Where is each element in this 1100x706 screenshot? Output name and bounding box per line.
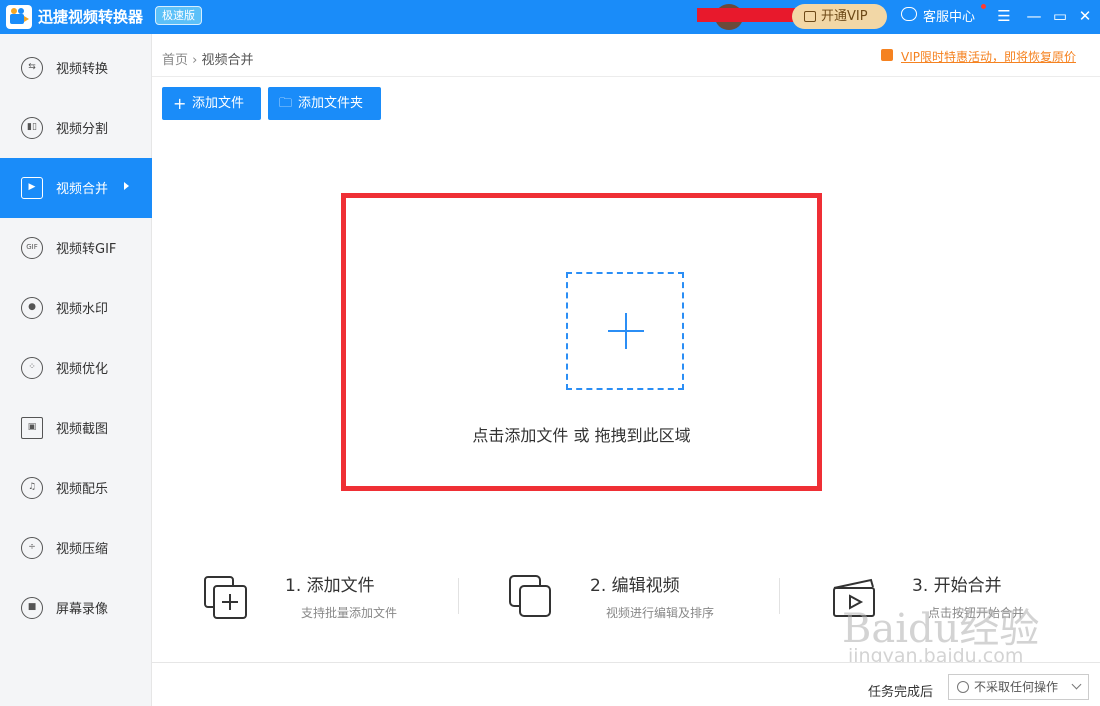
step-title: 2. 编辑视频 (590, 576, 680, 596)
chat-icon (901, 7, 917, 21)
breadcrumb: 首页 › 视频合并 (162, 49, 254, 68)
edition-badge: 极速版 (155, 6, 202, 25)
after-task-label: 任务完成后 (868, 685, 934, 700)
sidebar-item-optimize[interactable]: ⁘ 视频优化 (0, 338, 152, 398)
optimize-icon: ⁘ (21, 357, 43, 379)
watermark-icon: ● (21, 297, 43, 319)
merge-icon: ▶ (21, 177, 43, 199)
breadcrumb-separator: › (192, 53, 198, 68)
sidebar-item-watermark[interactable]: ● 视频水印 (0, 278, 152, 338)
sidebar-item-record[interactable]: ■ 屏幕录像 (0, 578, 152, 638)
step-title: 1. 添加文件 (285, 576, 375, 596)
app-logo-icon (6, 5, 32, 29)
add-file-button[interactable]: + 添加文件 (162, 87, 261, 120)
sidebar-item-gif[interactable]: GIF 视频转GIF (0, 218, 152, 278)
gift-icon (881, 49, 893, 61)
vip-promo-link[interactable]: VIP限时特惠活动，即将恢复原价 (881, 48, 1076, 65)
plus-icon: + (173, 94, 187, 113)
close-icon[interactable]: ✕ (1075, 6, 1095, 26)
crown-icon (804, 11, 816, 22)
sidebar-item-compress[interactable]: ÷ 视频压缩 (0, 518, 152, 578)
minimize-icon[interactable]: — (1024, 6, 1044, 26)
sidebar-item-convert[interactable]: ⇆ 视频转换 (0, 38, 152, 98)
step-desc: 支持批量添加文件 (301, 606, 398, 620)
title-bar: 迅捷视频转换器 极速版 开通VIP 客服中心 ☰ — ▭ ✕ (0, 0, 1100, 34)
chevron-down-icon (1071, 679, 1082, 690)
drop-zone-hint: 点击添加文件 或 拖拽到此区域 (472, 426, 691, 445)
convert-icon: ⇆ (21, 57, 43, 79)
step-title: 3. 开始合并 (912, 576, 1002, 596)
split-icon: ▮▯ (21, 117, 43, 139)
app-title: 迅捷视频转换器 (38, 8, 144, 26)
add-plus-icon (625, 313, 627, 349)
add-file-icon (204, 576, 247, 619)
open-vip-button[interactable]: 开通VIP (792, 4, 887, 29)
sidebar-item-music[interactable]: ♫ 视频配乐 (0, 458, 152, 518)
breadcrumb-home[interactable]: 首页 (162, 53, 188, 68)
breadcrumb-bar: 首页 › 视频合并 VIP限时特惠活动，即将恢复原价 (152, 34, 1100, 77)
screenshot-icon: ▣ (21, 417, 43, 439)
sidebar-item-split[interactable]: ▮▯ 视频分割 (0, 98, 152, 158)
step-divider (458, 578, 459, 614)
add-folder-button[interactable]: 🗀 添加文件夹 (268, 87, 381, 120)
ban-icon (957, 681, 969, 693)
sidebar-item-screenshot[interactable]: ▣ 视频截图 (0, 398, 152, 458)
sidebar-item-merge[interactable]: ▶ 视频合并 (0, 158, 152, 218)
step-divider (779, 578, 780, 614)
folder-icon: 🗀 (279, 96, 293, 111)
compress-icon: ÷ (21, 537, 43, 559)
step-desc: 视频进行编辑及排序 (606, 606, 715, 620)
notification-dot (981, 4, 986, 9)
edit-video-icon (509, 575, 551, 617)
after-task-select[interactable]: 不采取任何操作 (948, 674, 1089, 700)
sidebar: ⇆ 视频转换 ▮▯ 视频分割 ▶ 视频合并 GIF 视频转GIF ● 视频水印 … (0, 34, 152, 706)
record-icon: ■ (21, 597, 43, 619)
breadcrumb-current: 视频合并 (201, 53, 254, 68)
active-arrow-icon (124, 182, 129, 190)
footer-bar: 任务完成后 不采取任何操作 (152, 662, 1100, 706)
menu-icon[interactable]: ☰ (994, 6, 1014, 26)
gif-icon: GIF (21, 237, 43, 259)
music-icon: ♫ (21, 477, 43, 499)
maximize-icon[interactable]: ▭ (1050, 6, 1070, 26)
